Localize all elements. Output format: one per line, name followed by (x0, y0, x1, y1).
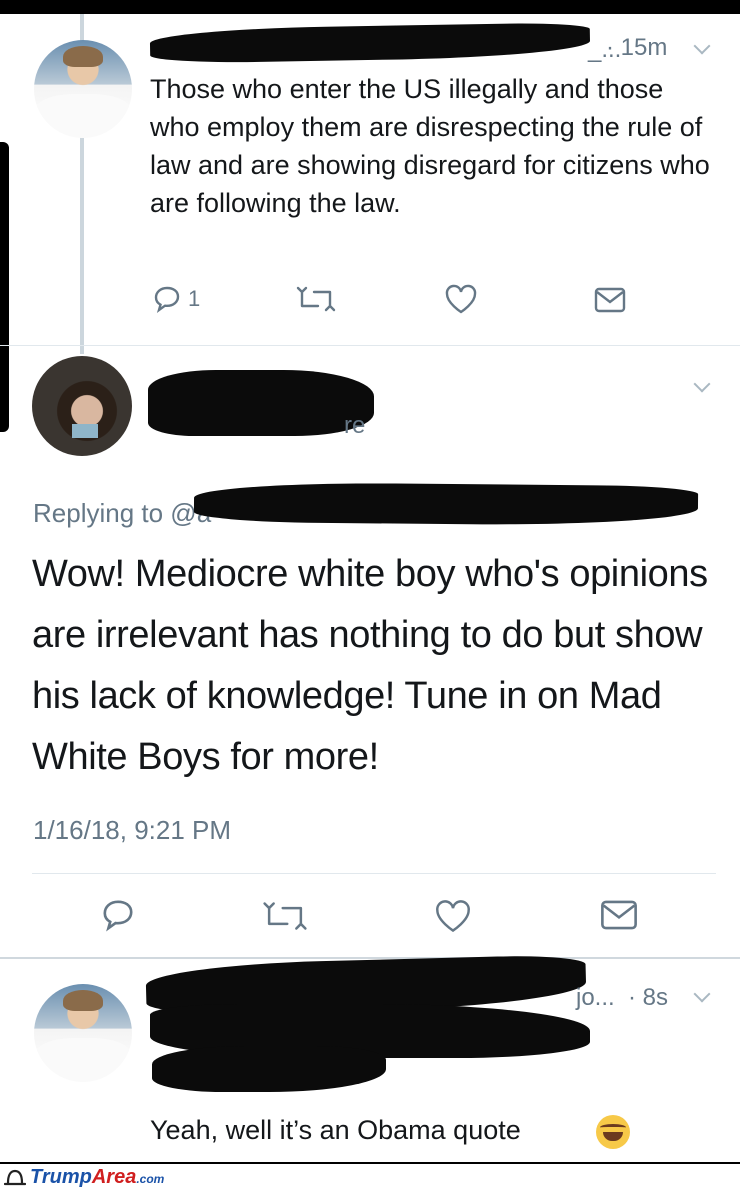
like-button[interactable] (444, 284, 478, 319)
message-button[interactable] (594, 286, 626, 319)
avatar[interactable] (34, 984, 132, 1082)
like-button[interactable] (434, 899, 472, 938)
reply-count: 1 (188, 286, 201, 311)
divider (0, 957, 740, 959)
redacted-name (148, 370, 374, 436)
heart-icon (445, 284, 477, 314)
tweet-time: · 8s (628, 984, 669, 1011)
tweet-time: · 15m (606, 34, 668, 61)
tweet-handle-tail: jo... (576, 984, 615, 1011)
avatar[interactable] (34, 40, 132, 138)
message-button[interactable] (600, 898, 638, 937)
redacted-handle (152, 1046, 386, 1092)
brand-suffix: .com (136, 1172, 165, 1186)
tweet-text: Wow! Mediocre white boy who's opinions a… (32, 553, 708, 778)
watermark-bar: TrumpArea.com (0, 1162, 740, 1190)
reply-button[interactable]: 1 (152, 284, 212, 314)
watermark-logo: TrumpArea.com (30, 1166, 164, 1189)
divider (32, 873, 716, 874)
retweet-icon (263, 902, 307, 930)
redacted-handle (193, 481, 699, 527)
envelope-icon (601, 900, 637, 930)
heart-icon (436, 900, 470, 932)
face-with-tears-of-joy-icon (596, 1115, 630, 1149)
chevron-down-icon[interactable] (693, 985, 711, 1003)
tweet-handle-tail: re (344, 412, 366, 439)
retweet-button[interactable] (296, 284, 336, 319)
tweet-text: Yeah, well it’s an Obama quote (150, 1115, 521, 1145)
retweet-icon (296, 286, 336, 312)
retweet-button[interactable] (262, 899, 308, 938)
reply-icon (103, 900, 133, 932)
chevron-down-icon[interactable] (693, 375, 711, 393)
envelope-icon (594, 287, 626, 313)
brand-accent: Area (91, 1166, 137, 1188)
scroll-edge (0, 142, 9, 432)
top-black-bar (0, 0, 740, 14)
tweet-timestamp: 1/16/18, 9:21 PM (33, 815, 232, 845)
reply-button[interactable] (100, 897, 136, 938)
chevron-down-icon[interactable] (693, 37, 711, 55)
tweet-text: Those who enter the US illegally and tho… (150, 74, 710, 218)
replying-to[interactable]: Replying to @a (33, 498, 211, 529)
avatar[interactable] (32, 356, 132, 456)
reply-icon (154, 286, 180, 313)
brand-main: Trump (30, 1166, 92, 1188)
hat-logo-icon (4, 1169, 26, 1186)
redacted-name (149, 22, 591, 64)
divider (0, 345, 740, 346)
